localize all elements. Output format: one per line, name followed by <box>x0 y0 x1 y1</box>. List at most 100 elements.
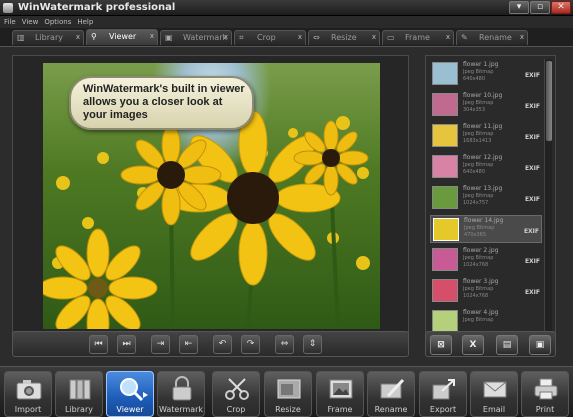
tool-label: Resize <box>275 405 301 414</box>
info-callout: WinWatermark's built in viewer allows yo… <box>69 76 254 130</box>
crop-icon <box>225 378 249 400</box>
list-item[interactable]: flower 1.jpg Jpeg Bitmap 640x480 EXIF <box>430 60 542 88</box>
first-image-button[interactable]: ⏮ <box>89 335 108 354</box>
tab-viewer[interactable]: ⚲ Viewer x <box>86 29 158 45</box>
minimize-button[interactable]: ▾ <box>509 1 529 14</box>
import-button[interactable]: Import <box>4 371 52 417</box>
thumbnail-image <box>432 186 458 209</box>
pen-icon: ✎ <box>461 33 468 42</box>
tab-library[interactable]: ▥ Library x <box>12 30 84 45</box>
close-tab-icon[interactable]: x <box>224 33 228 41</box>
thumbnail-name: flower 14.jpg <box>464 217 504 224</box>
thumbnail-name: flower 2.jpg <box>463 247 499 254</box>
camera-icon <box>16 380 42 400</box>
restore-button[interactable]: ▫ <box>530 1 550 14</box>
magnifier-icon: ⚲ <box>91 32 97 41</box>
remove-button[interactable]: X <box>462 335 484 355</box>
exif-badge: EXIF <box>524 103 540 110</box>
close-tab-icon[interactable]: x <box>150 32 154 40</box>
thumbnail-size: 1024x768 <box>463 262 489 268</box>
library-icon <box>69 379 91 400</box>
thumbnail-type: Jpeg Bitmap <box>464 225 495 231</box>
thumbnail-image <box>433 218 459 241</box>
close-button[interactable]: ✕ <box>551 1 571 14</box>
tab-label: Library <box>35 33 63 42</box>
close-tab-icon[interactable]: x <box>76 33 80 41</box>
tool-label: Crop <box>226 405 246 414</box>
remove-all-button[interactable]: ⊠ <box>430 335 452 355</box>
flip-vertical-button[interactable]: ⇕ <box>303 335 322 354</box>
menu-options[interactable]: Options <box>44 16 71 28</box>
frame-button[interactable]: Frame <box>316 371 364 417</box>
exif-badge: EXIF <box>524 289 540 296</box>
thumbnail-image <box>432 155 458 178</box>
fit-width-button[interactable]: ⇥ <box>151 335 170 354</box>
pen-icon <box>380 378 405 399</box>
frame-icon <box>329 379 353 399</box>
list-item[interactable]: flower 12.jpg Jpeg Bitmap 640x480 EXIF <box>430 153 542 181</box>
list-item-selected[interactable]: flower 14.jpg Jpeg Bitmap 470x365 EXIF <box>430 215 542 243</box>
thumbnail-type: Jpeg Bitmap <box>463 69 494 75</box>
thumbnail-type: Jpeg Bitmap <box>463 100 494 106</box>
list-item[interactable]: flower 10.jpg Jpeg Bitmap 304x353 EXIF <box>430 91 542 119</box>
rotate-right-button[interactable]: ↷ <box>241 335 260 354</box>
next-image-button[interactable]: ⏭ <box>117 335 136 354</box>
menu-file[interactable]: File <box>4 16 16 28</box>
thumbnail-size: 640x480 <box>463 76 486 82</box>
list-item[interactable]: flower 2.jpg Jpeg Bitmap 1024x768 EXIF <box>430 246 542 274</box>
list-item[interactable]: flower 3.jpg Jpeg Bitmap 1024x768 EXIF <box>430 277 542 305</box>
tab-label: Crop <box>257 33 276 42</box>
tab-crop[interactable]: ⌗ Crop x <box>234 30 306 45</box>
tool-label: Email <box>482 405 506 414</box>
thumbnail-type: Jpeg Bitmap <box>463 162 494 168</box>
tool-label: Rename <box>374 405 408 414</box>
flip-horizontal-button[interactable]: ⇔ <box>275 335 294 354</box>
envelope-icon <box>483 381 507 398</box>
close-tab-icon[interactable]: x <box>520 33 524 41</box>
thumbnail-size: 1683x1413 <box>463 138 492 144</box>
tab-rename[interactable]: ✎ Rename x <box>456 30 528 45</box>
thumbnail-list[interactable]: flower 1.jpg Jpeg Bitmap 640x480 EXIF fl… <box>425 55 556 337</box>
list-item[interactable]: flower 11.jpg Jpeg Bitmap 1683x1413 EXIF <box>430 122 542 150</box>
tab-label: Viewer <box>109 32 137 41</box>
close-tab-icon[interactable]: x <box>298 33 302 41</box>
open-folder-button[interactable]: ▤ <box>496 335 518 355</box>
rename-button[interactable]: Rename <box>367 371 415 417</box>
resize-button[interactable]: Resize <box>264 371 312 417</box>
rotate-left-button[interactable]: ↶ <box>213 335 232 354</box>
export-button[interactable]: Export <box>419 371 467 417</box>
close-tab-icon[interactable]: x <box>372 33 376 41</box>
tab-resize[interactable]: ⇔ Resize x <box>308 30 380 45</box>
save-button[interactable]: ▣ <box>529 335 551 355</box>
thumbnail-image <box>432 248 458 271</box>
tab-bar: ▥ Library x ⚲ Viewer x ▣ Watermark x ⌗ C… <box>0 28 573 46</box>
tab-label: Watermark <box>183 33 228 42</box>
preview-image[interactable]: WinWatermark's built in viewer allows yo… <box>43 63 380 329</box>
tab-watermark[interactable]: ▣ Watermark x <box>160 30 232 45</box>
tab-frame[interactable]: ▭ Frame x <box>382 30 454 45</box>
exif-badge: EXIF <box>523 228 539 235</box>
thumbnail-image <box>432 310 458 333</box>
crop-icon: ⌗ <box>239 33 244 42</box>
image-viewer[interactable]: WinWatermark's built in viewer allows yo… <box>12 55 409 337</box>
main-toolbar: Import Library Viewer Watermark Crop Res… <box>0 366 573 417</box>
library-button[interactable]: Library <box>55 371 103 417</box>
crop-button[interactable]: Crop <box>212 371 260 417</box>
scrollbar-thumb[interactable] <box>546 61 552 141</box>
thumbnail-image <box>432 279 458 302</box>
menu-view[interactable]: View <box>22 16 39 28</box>
tool-label: Import <box>14 405 42 414</box>
email-button[interactable]: Email <box>470 371 518 417</box>
thumbnail-size: 1024x757 <box>463 200 489 206</box>
list-item[interactable]: flower 13.jpg Jpeg Bitmap 1024x757 EXIF <box>430 184 542 212</box>
menu-help[interactable]: Help <box>77 16 93 28</box>
fit-page-button[interactable]: ⇤ <box>179 335 198 354</box>
tool-label: Export <box>429 405 457 414</box>
title-bar[interactable]: WinWatermark professional ▾ ▫ ✕ <box>0 0 573 16</box>
print-button[interactable]: Print <box>521 371 569 417</box>
close-tab-icon[interactable]: x <box>446 33 450 41</box>
watermark-button[interactable]: Watermark <box>157 371 205 417</box>
thumbnail-scrollbar[interactable] <box>544 59 552 335</box>
thumbnail-type: Jpeg Bitmap <box>463 255 494 261</box>
tool-label: Library <box>65 405 93 414</box>
